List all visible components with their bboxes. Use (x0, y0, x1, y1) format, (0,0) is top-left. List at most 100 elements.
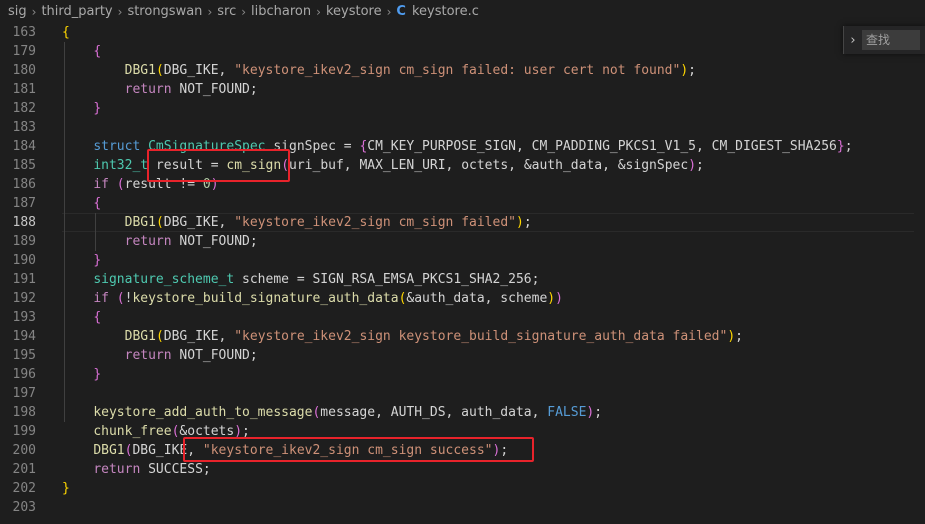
find-widget[interactable]: › (843, 26, 925, 54)
code-line[interactable]: 183 (0, 118, 925, 137)
code-token: NOT_FOUND; (171, 82, 258, 97)
annotation-box-success-log (183, 437, 534, 462)
line-number: 182 (12, 101, 36, 116)
code-token: SUCCESS; (140, 462, 211, 477)
code-token: } (62, 481, 70, 496)
code-line[interactable]: 188 DBG1(DBG_IKE, "keystore_ikev2_sign c… (0, 213, 925, 232)
code-line[interactable]: 196 } (0, 365, 925, 384)
code-line[interactable]: 187 { (0, 194, 925, 213)
code-line[interactable]: 193 { (0, 308, 925, 327)
code-line[interactable]: 195 return NOT_FOUND; (0, 346, 925, 365)
line-number: 189 (12, 234, 36, 249)
code-token: ) (515, 215, 524, 230)
code-token: ; (735, 329, 743, 344)
code-line[interactable]: 201 return SUCCESS; (0, 460, 925, 479)
line-number: 184 (12, 139, 36, 154)
code-token: CM_KEY_PURPOSE_SIGN, CM_PADDING_PKCS1_V1… (367, 139, 837, 154)
line-number: 202 (12, 481, 36, 496)
code-line[interactable]: 189 return NOT_FOUND; (0, 232, 925, 251)
code-text: DBG1(DBG_IKE, "keystore_ikev2_sign keyst… (62, 327, 743, 346)
code-token: DBG1 (93, 443, 125, 458)
line-number: 196 (12, 367, 36, 382)
code-token: return (124, 348, 172, 363)
code-token: if (93, 177, 109, 192)
breadcrumb-item[interactable]: strongswan (127, 4, 202, 19)
line-number: 195 (12, 348, 36, 363)
code-line[interactable]: 181 return NOT_FOUND; (0, 80, 925, 99)
breadcrumb: sig › third_party › strongswan › src › libcharon… (0, 0, 925, 23)
code-token: DBG1 (124, 215, 156, 230)
line-number: 183 (12, 120, 36, 135)
chevron-right-icon: › (117, 4, 123, 19)
code-token: ; (594, 405, 603, 420)
code-line[interactable]: 185 int32_t result = cm_sign(uri_buf, MA… (0, 156, 925, 175)
breadcrumb-item[interactable]: third_party (41, 4, 112, 19)
code-token: ; (844, 139, 853, 154)
code-token: ; (523, 215, 532, 230)
code-token: &auth_data, scheme (406, 291, 548, 306)
chevron-right-icon: › (31, 4, 37, 19)
code-line[interactable]: 194 DBG1(DBG_IKE, "keystore_ikev2_sign k… (0, 327, 925, 346)
code-line[interactable]: 203 (0, 498, 925, 517)
code-token: return (124, 82, 172, 97)
code-line[interactable]: 198 keystore_add_auth_to_message(message… (0, 403, 925, 422)
editor-right-gutter (914, 23, 925, 524)
code-text: { (62, 42, 101, 61)
find-input[interactable] (862, 30, 920, 50)
code-line[interactable]: 182 } (0, 99, 925, 118)
chevron-right-icon: › (241, 4, 247, 19)
chevron-right-icon[interactable]: › (844, 33, 862, 48)
code-token: { (93, 196, 102, 211)
breadcrumb-item[interactable]: src (217, 4, 236, 19)
breadcrumb-item[interactable]: keystore (326, 4, 382, 19)
code-token: ( (116, 291, 125, 306)
line-number: 194 (12, 329, 36, 344)
code-token: DBG1 (124, 329, 156, 344)
code-line[interactable]: 186 if (result != 0) (0, 175, 925, 194)
code-line[interactable]: 180 DBG1(DBG_IKE, "keystore_ikev2_sign c… (0, 61, 925, 80)
line-number: 192 (12, 291, 36, 306)
code-token: scheme = SIGN_RSA_EMSA_PKCS1_SHA2_256; (234, 272, 540, 287)
code-token: DBG1 (124, 63, 156, 78)
code-token: ; (688, 63, 696, 78)
code-token: { (93, 310, 102, 325)
code-token: ) (680, 63, 689, 78)
code-text: return NOT_FOUND; (62, 232, 258, 251)
code-token: } (93, 367, 102, 382)
code-line[interactable]: 202} (0, 479, 925, 498)
code-token: keystore_build_signature_auth_data (132, 291, 399, 306)
code-line[interactable]: 190 } (0, 251, 925, 270)
code-text: } (62, 479, 70, 498)
code-text: } (62, 251, 101, 270)
code-line[interactable]: 191 signature_scheme_t scheme = SIGN_RSA… (0, 270, 925, 289)
code-text: return SUCCESS; (62, 460, 211, 479)
code-token: DBG_IKE, (163, 329, 235, 344)
code-token: DBG_IKE, (163, 215, 235, 230)
code-token: ( (155, 63, 164, 78)
breadcrumb-item[interactable]: sig (8, 4, 27, 19)
breadcrumb-file[interactable]: keystore.c (412, 4, 479, 19)
code-token: chunk_free (93, 424, 172, 439)
code-line[interactable]: 184 struct CmSignatureSpec signSpec = {C… (0, 137, 925, 156)
code-token: NOT_FOUND; (171, 234, 258, 249)
code-line[interactable]: 163 { (0, 23, 925, 42)
code-line[interactable]: 197 (0, 384, 925, 403)
code-text: DBG1(DBG_IKE, "keystore_ikev2_sign cm_si… (62, 61, 696, 80)
code-line[interactable]: 179 { (0, 42, 925, 61)
breadcrumb-item[interactable]: libcharon (251, 4, 311, 19)
code-text: } (62, 365, 101, 384)
code-line[interactable]: 192 if (!keystore_build_signature_auth_d… (0, 289, 925, 308)
line-number: 188 (12, 215, 36, 230)
